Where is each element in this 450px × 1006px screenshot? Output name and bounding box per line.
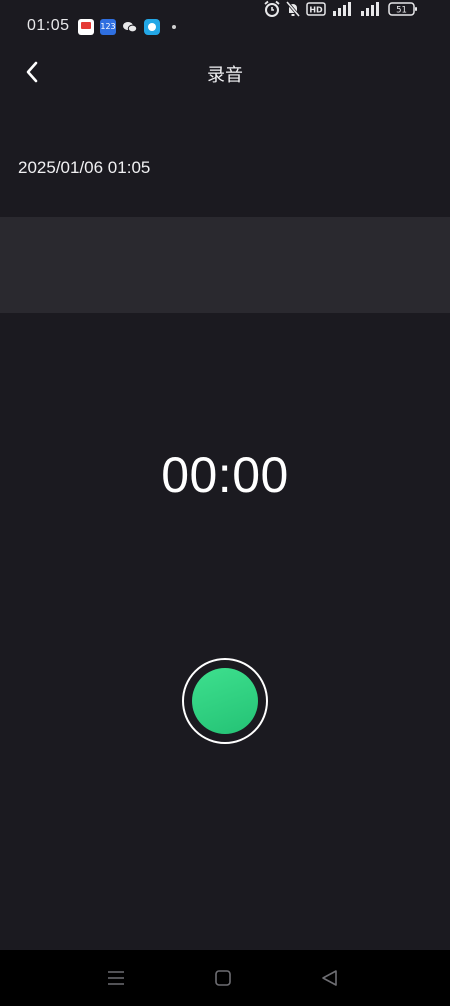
waveform-area bbox=[0, 217, 450, 313]
svg-text:HD: HD bbox=[309, 6, 323, 15]
menu-icon[interactable] bbox=[104, 966, 128, 990]
wechat-icon bbox=[122, 19, 138, 35]
app-123-icon: 123 bbox=[100, 19, 116, 35]
mute-icon bbox=[284, 0, 302, 18]
navigation-bar bbox=[0, 950, 450, 1006]
svg-text:51: 51 bbox=[396, 6, 407, 16]
home-icon[interactable] bbox=[211, 966, 235, 990]
chat-bubble-icon bbox=[144, 19, 160, 35]
recording-name: 2025/01/06 01:05 bbox=[18, 158, 151, 177]
signal-icon-secondary bbox=[358, 0, 382, 18]
page-title: 录音 bbox=[207, 65, 243, 85]
mail-app-icon bbox=[78, 19, 94, 35]
elapsed-timer: 00:00 bbox=[161, 447, 289, 503]
record-button[interactable] bbox=[182, 658, 268, 744]
more-notifications-dot bbox=[172, 25, 176, 29]
hd-icon: HD bbox=[306, 0, 326, 18]
signal-icon bbox=[331, 0, 353, 18]
battery-icon: 51 bbox=[388, 0, 418, 18]
status-bar: 01:05 123 HD 51 bbox=[0, 0, 450, 54]
back-triangle-icon[interactable] bbox=[318, 966, 342, 990]
alarm-icon bbox=[263, 0, 281, 18]
record-icon bbox=[192, 668, 258, 734]
status-time: 01:05 bbox=[27, 17, 70, 34]
